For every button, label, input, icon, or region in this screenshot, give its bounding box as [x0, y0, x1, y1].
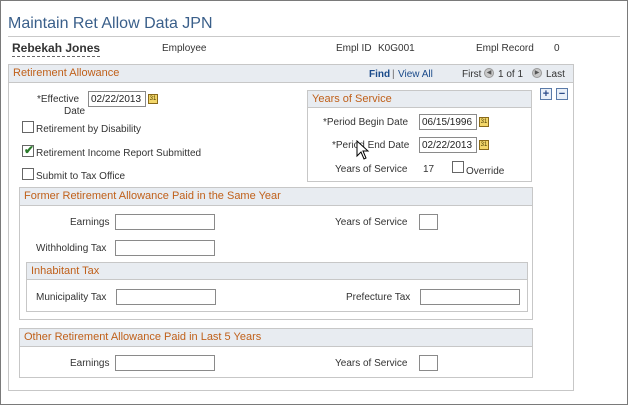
years-of-service-value: 17: [423, 164, 435, 175]
municipality-tax-input[interactable]: [116, 289, 216, 305]
override-label: Override: [466, 166, 505, 177]
period-begin-date-input[interactable]: [419, 114, 477, 130]
last-label: Last: [546, 69, 565, 80]
calendar-icon[interactable]: 31: [479, 117, 489, 127]
nav-next-icon[interactable]: ▶: [532, 68, 542, 78]
add-row-button[interactable]: +: [540, 88, 552, 100]
former-years-of-service-input[interactable]: [419, 214, 438, 230]
period-end-date-label: *Period End Date: [332, 140, 410, 151]
other-earnings-label: Earnings: [70, 358, 110, 369]
other-years-of-service-input[interactable]: [419, 355, 438, 371]
municipality-tax-label: Municipality Tax: [36, 292, 107, 303]
period-begin-date-label: *Period Begin Date: [323, 117, 409, 128]
years-of-service-header: Years of Service: [308, 91, 531, 108]
effective-date-input[interactable]: [88, 91, 146, 107]
withholding-tax-label: Withholding Tax: [36, 243, 107, 254]
income-report-submitted-checkbox[interactable]: ✔: [22, 143, 35, 157]
first-label: First: [462, 69, 482, 80]
view-all-link[interactable]: View All: [398, 69, 433, 80]
inhabitant-tax-header: Inhabitant Tax: [27, 263, 527, 280]
submit-to-tax-office-label: Submit to Tax Office: [36, 171, 126, 182]
override-checkbox[interactable]: [452, 161, 464, 173]
empl-record-label: Empl Record: [476, 43, 534, 54]
other-years-of-service-label: Years of Service: [335, 358, 408, 369]
inhabitant-tax-title: Inhabitant Tax: [31, 265, 100, 277]
find-link[interactable]: Find: [369, 69, 390, 80]
effective-date-label-line2: Date: [64, 106, 86, 117]
years-of-service-label: Years of Service: [335, 164, 408, 175]
empl-record-value: 0: [554, 43, 560, 54]
prefecture-tax-label: Prefecture Tax: [346, 292, 411, 303]
other-earnings-input[interactable]: [115, 355, 215, 371]
withholding-tax-input[interactable]: [115, 240, 215, 256]
income-report-submitted-label: Retirement Income Report Submitted: [36, 148, 202, 159]
title-divider: [8, 36, 620, 37]
nav-previous-icon[interactable]: ◀: [484, 68, 494, 78]
page-title: Maintain Ret Allow Data JPN: [8, 15, 213, 32]
empl-id-label: Empl ID: [336, 43, 372, 54]
mouse-pointer-icon: [356, 140, 370, 160]
delete-row-button[interactable]: −: [556, 88, 568, 100]
checkmark-icon: ✔: [24, 143, 35, 157]
other-allowance-group: Other Retirement Allowance Paid in Last …: [19, 328, 533, 378]
empl-id-value: K0G001: [378, 43, 415, 54]
former-years-of-service-label: Years of Service: [335, 217, 408, 228]
submit-to-tax-office-checkbox[interactable]: [22, 168, 34, 180]
other-allowance-title: Other Retirement Allowance Paid in Last …: [24, 331, 262, 343]
retirement-by-disability-checkbox[interactable]: [22, 121, 34, 133]
former-allowance-header: Former Retirement Allowance Paid in the …: [20, 188, 532, 206]
other-allowance-header: Other Retirement Allowance Paid in Last …: [20, 329, 532, 347]
calendar-icon[interactable]: 31: [479, 140, 489, 150]
years-of-service-title: Years of Service: [312, 93, 392, 105]
former-allowance-title: Former Retirement Allowance Paid in the …: [24, 190, 281, 202]
effective-date-label: *Effective: [37, 94, 80, 105]
period-end-date-input[interactable]: [419, 137, 477, 153]
former-earnings-input[interactable]: [115, 214, 215, 230]
employee-name: Rebekah Jones: [12, 41, 101, 57]
employee-label: Employee: [162, 43, 207, 54]
retirement-by-disability-label: Retirement by Disability: [36, 124, 142, 135]
nav-separator: |: [392, 69, 395, 80]
former-earnings-label: Earnings: [70, 217, 110, 228]
calendar-icon[interactable]: 31: [148, 94, 158, 104]
prefecture-tax-input[interactable]: [420, 289, 520, 305]
retirement-allowance-title: Retirement Allowance: [13, 67, 120, 79]
nav-range: 1 of 1: [498, 69, 524, 80]
